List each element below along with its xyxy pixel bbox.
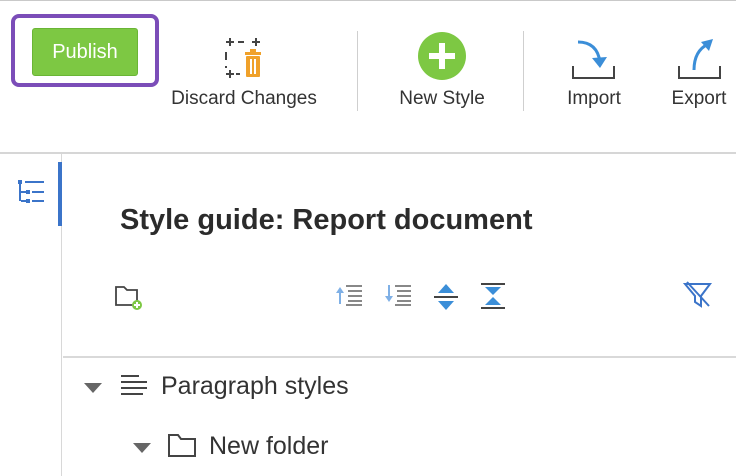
tree-item-label: Paragraph styles <box>161 372 349 400</box>
page-title: Style guide: Report document <box>120 204 533 236</box>
publish-button[interactable]: Publish <box>32 28 138 76</box>
import-button[interactable]: Import <box>552 32 636 112</box>
paragraph-lines-icon <box>121 375 147 395</box>
import-icon <box>572 40 615 79</box>
folder-icon <box>168 434 196 457</box>
left-rail <box>0 154 62 476</box>
new-style-button[interactable]: New Style <box>386 32 498 112</box>
toolbar: Publish Discard Changes New Style Import… <box>0 4 736 152</box>
filter-off-icon[interactable] <box>683 280 713 310</box>
rail-active-indicator <box>58 162 62 226</box>
collapse-all-icon[interactable] <box>481 282 505 310</box>
style-guide-panel: Style guide: Report document Paragraph s… <box>63 154 736 476</box>
caret-down-icon[interactable] <box>132 442 152 454</box>
tree-item-new-folder[interactable]: New folder <box>63 428 736 468</box>
export-icon <box>678 39 721 79</box>
discard-changes-button[interactable]: Discard Changes <box>166 32 322 112</box>
publish-highlight-frame: Publish <box>11 14 159 87</box>
export-label: Export <box>671 88 727 109</box>
import-label: Import <box>567 88 621 109</box>
move-down-list-icon[interactable] <box>385 284 413 306</box>
panel-divider <box>63 356 736 358</box>
move-up-list-icon[interactable] <box>336 284 364 306</box>
caret-down-icon[interactable] <box>83 382 103 394</box>
toolbar-separator <box>523 31 524 111</box>
add-folder-icon[interactable] <box>113 283 145 311</box>
plus-circle-icon <box>418 32 466 80</box>
tree-item-label: New folder <box>209 432 329 460</box>
new-style-label: New Style <box>399 88 485 109</box>
structure-tree-icon[interactable] <box>16 179 46 207</box>
export-button[interactable]: Export <box>662 32 736 112</box>
toolbar-separator <box>357 31 358 111</box>
expand-all-icon[interactable] <box>434 284 458 310</box>
discard-changes-icon <box>225 38 261 78</box>
discard-changes-label: Discard Changes <box>171 88 317 109</box>
tree-item-paragraph-styles[interactable]: Paragraph styles <box>63 368 736 408</box>
